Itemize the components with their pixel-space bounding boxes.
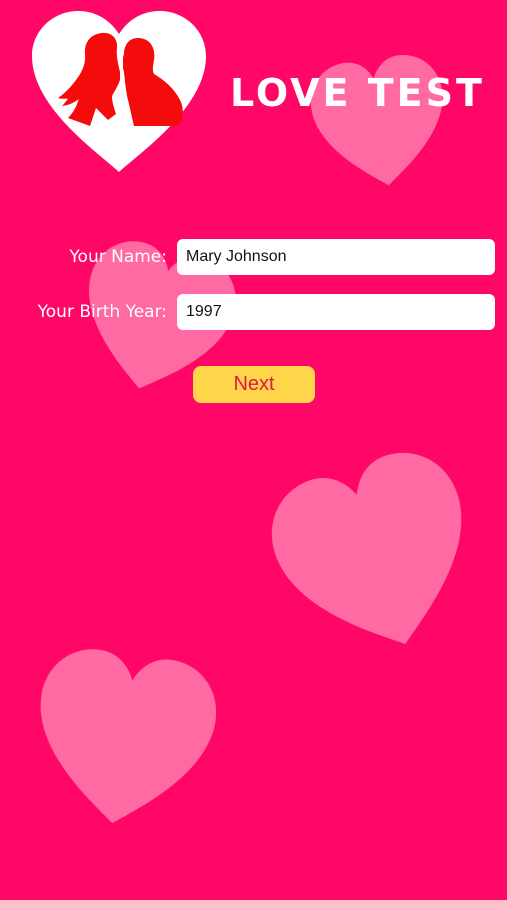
heart-couple-logo-icon [32,11,206,172]
heart-decor-icon [40,649,217,824]
next-button[interactable]: Next [193,366,315,403]
name-input[interactable] [177,239,495,275]
love-test-screen: LOVE TEST Your Name: Your Birth Year: Ne… [0,0,507,900]
heart-decor-icon [271,452,462,645]
name-label: Your Name: [69,247,167,267]
birth-year-input[interactable] [177,294,495,330]
birth-year-label: Your Birth Year: [37,302,167,322]
app-title: LOVE TEST [230,71,485,115]
